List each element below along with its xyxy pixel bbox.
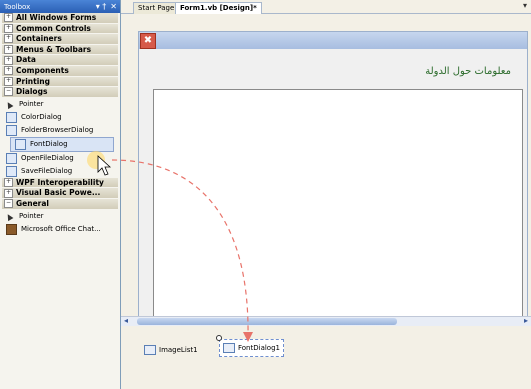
form-close-button[interactable]: ✖ — [140, 33, 156, 49]
expand-icon[interactable]: + — [4, 34, 13, 44]
expand-icon[interactable]: + — [4, 178, 13, 188]
tray-item-imagelist[interactable]: ImageList1 — [144, 345, 198, 355]
horizontal-scrollbar[interactable]: ◂ ▸ — [121, 316, 531, 326]
toolbox-item-office-chart[interactable]: Microsoft Office Chat... — [2, 223, 118, 236]
tray-item-label: ImageList1 — [159, 346, 198, 354]
tray-item-fontdialog[interactable]: FontDialog1 — [216, 335, 284, 357]
toolbox-item-fontdialog[interactable]: FontDialog — [10, 136, 114, 152]
fontdialog-icon — [223, 343, 235, 353]
form-titlebar: ✖ — [139, 32, 527, 49]
toolbox-title: Toolbox — [4, 2, 31, 11]
category-label: Data — [16, 55, 36, 65]
category-components[interactable]: + Components — [2, 65, 118, 77]
item-label: Pointer — [19, 99, 44, 108]
category-label: Components — [16, 65, 69, 75]
form-content-panel[interactable] — [153, 89, 523, 339]
pointer-icon — [6, 212, 15, 221]
category-label: Visual Basic Powe... — [16, 188, 101, 198]
openfiledialog-icon — [6, 152, 17, 164]
component-tray: ImageList1 FontDialog1 — [121, 326, 531, 389]
category-label: WPF Interoperability — [16, 177, 104, 187]
category-data[interactable]: + Data — [2, 55, 118, 66]
tab-form1-design[interactable]: Form1.vb [Design]* — [175, 2, 262, 14]
category-label: Common Controls — [16, 23, 91, 33]
toolbox-item-general-pointer[interactable]: Pointer — [2, 210, 118, 223]
expand-icon[interactable]: + — [4, 23, 13, 33]
category-menus-toolbars[interactable]: + Menus & Toolbars — [2, 44, 118, 56]
category-all-windows-forms[interactable]: + All Windows Forms — [2, 13, 118, 24]
item-label: OpenFileDialog — [21, 153, 74, 162]
pointer-icon — [6, 100, 15, 109]
item-label: FontDialog — [30, 139, 68, 148]
toolbox-panel: Toolbox ▾ † ✕ + All Windows Forms + Common… — [0, 0, 121, 389]
office-chart-icon — [6, 223, 17, 235]
folderbrowserdialog-icon — [6, 124, 17, 136]
document-tabs: Start Page Form1.vb [Design]* ▾ — [121, 0, 531, 14]
form-label-arabic[interactable]: معلومات حول الدولة — [425, 66, 511, 77]
smart-tag-handle[interactable] — [216, 335, 222, 341]
expand-icon[interactable]: + — [4, 13, 13, 23]
toolbox-item-folderbrowserdialog[interactable]: FolderBrowserDialog — [2, 124, 118, 137]
tray-item-label: FontDialog1 — [238, 344, 280, 352]
close-icon[interactable]: ✕ — [110, 0, 117, 13]
category-label: Dialogs — [16, 87, 48, 97]
item-label: Microsoft Office Chat... — [21, 224, 101, 233]
category-containers[interactable]: + Containers — [2, 34, 118, 45]
category-visual-basic-powerpacks[interactable]: + Visual Basic Powe... — [2, 188, 118, 199]
category-label: All Windows Forms — [16, 13, 97, 22]
toolbox-item-pointer[interactable]: Pointer — [2, 98, 118, 111]
item-label: ColorDialog — [21, 112, 62, 121]
toolbox-item-openfiledialog[interactable]: OpenFileDialog — [2, 152, 118, 165]
expand-icon[interactable]: + — [4, 45, 13, 55]
fontdialog-icon — [15, 138, 26, 150]
collapse-icon[interactable]: − — [4, 199, 13, 209]
expand-icon[interactable]: + — [4, 55, 13, 65]
form1-window[interactable]: ✖ معلومات حول الدولة — [138, 31, 528, 339]
tab-start-page[interactable]: Start Page — [133, 2, 180, 14]
scroll-right-icon[interactable]: ▸ — [524, 316, 528, 325]
expand-icon[interactable]: + — [4, 66, 13, 76]
category-printing[interactable]: + Printing — [2, 76, 118, 88]
expand-icon[interactable]: + — [4, 188, 13, 198]
category-label: Containers — [16, 34, 62, 44]
category-general[interactable]: − General — [2, 198, 118, 210]
scroll-left-icon[interactable]: ◂ — [124, 316, 128, 325]
colordialog-icon — [6, 111, 17, 123]
category-dialogs[interactable]: − Dialogs — [2, 87, 118, 98]
savefiledialog-icon — [6, 165, 17, 177]
scrollbar-thumb[interactable] — [137, 318, 397, 325]
item-label: SaveFileDialog — [21, 166, 73, 175]
imagelist-icon — [144, 345, 156, 355]
pin-icon[interactable]: ▾ † — [96, 0, 107, 13]
toolbox-item-savefiledialog[interactable]: SaveFileDialog — [2, 165, 118, 178]
category-label: Menus & Toolbars — [16, 44, 92, 54]
tab-dropdown-icon[interactable]: ▾ — [523, 1, 527, 10]
category-common-controls[interactable]: + Common Controls — [2, 23, 118, 35]
category-label: Printing — [16, 76, 50, 86]
expand-icon[interactable]: + — [4, 76, 13, 86]
toolbox-item-colordialog[interactable]: ColorDialog — [2, 111, 118, 124]
item-label: Pointer — [19, 211, 44, 220]
toolbox-titlebar: Toolbox ▾ † ✕ — [0, 0, 120, 13]
item-label: FolderBrowserDialog — [21, 125, 94, 134]
category-wpf-interoperability[interactable]: + WPF Interoperability — [2, 177, 118, 189]
category-label: General — [16, 198, 49, 208]
collapse-icon[interactable]: − — [4, 87, 13, 97]
